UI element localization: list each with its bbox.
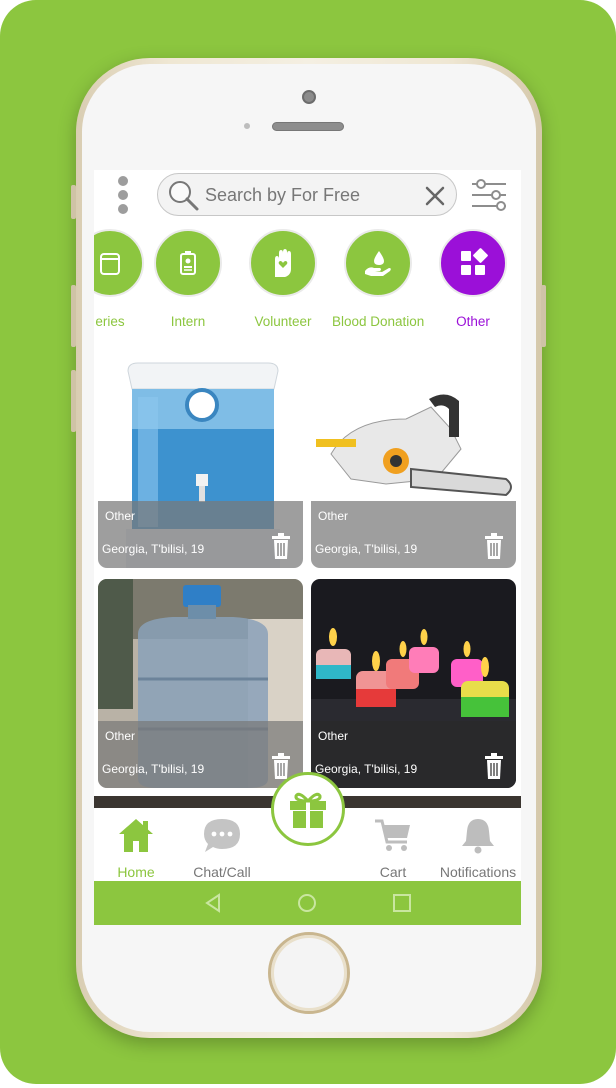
category-label: Other — [456, 314, 490, 329]
card-info-overlay: Other Georgia, T'bilisi, 19 — [311, 501, 516, 568]
recents-icon[interactable] — [391, 892, 413, 914]
item-location: Georgia, T'bilisi, 19 — [102, 542, 205, 556]
category-label: Volunteer — [254, 314, 312, 329]
app-screen: Search by For Free eries Intern Voluntee… — [94, 170, 521, 925]
jar-icon — [94, 229, 144, 297]
category-other[interactable]: Other — [427, 229, 519, 329]
nav-label: Home — [117, 864, 155, 880]
proximity-sensor — [244, 123, 250, 129]
volume-up-button — [71, 285, 76, 347]
nav-label: Cart — [379, 864, 407, 880]
item-category: Other — [105, 509, 136, 523]
power-button — [541, 285, 546, 347]
nav-cart[interactable]: Cart — [348, 808, 438, 880]
product-card[interactable]: Other Georgia, T'bilisi, 19 — [311, 359, 516, 568]
trash-icon[interactable] — [271, 533, 291, 559]
trash-icon[interactable] — [271, 753, 291, 779]
item-location: Georgia, T'bilisi, 19 — [315, 762, 418, 776]
gift-icon — [290, 792, 326, 828]
home-button[interactable] — [268, 932, 350, 1014]
card-info-overlay: Other Georgia, T'bilisi, 19 — [98, 501, 303, 568]
gift-button[interactable] — [271, 772, 345, 846]
heart-hand-icon — [249, 229, 317, 297]
category-blood-donation[interactable]: Blood Donation — [332, 229, 424, 329]
category-intern[interactable]: Intern — [142, 229, 234, 329]
trash-icon[interactable] — [484, 753, 504, 779]
product-card[interactable]: Other Georgia, T'bilisi, 19 — [311, 579, 516, 788]
card-info-overlay: Other Georgia, T'bilisi, 19 — [311, 721, 516, 788]
cart-icon — [375, 819, 410, 851]
clear-icon[interactable] — [424, 185, 446, 207]
volume-down-button — [71, 370, 76, 432]
chat-bubble-icon — [204, 819, 240, 852]
nav-home[interactable]: Home — [94, 808, 181, 880]
grid-shapes-icon — [439, 229, 507, 297]
earpiece-speaker — [272, 122, 344, 131]
nav-label: Chat/Call — [193, 864, 251, 880]
category-label: Intern — [170, 314, 206, 329]
item-category: Other — [318, 729, 349, 743]
filter-sliders-icon[interactable] — [468, 175, 510, 215]
id-badge-icon — [154, 229, 222, 297]
mute-switch — [71, 185, 76, 219]
bell-icon — [462, 819, 494, 854]
search-bar[interactable]: Search by For Free — [157, 173, 457, 216]
item-location: Georgia, T'bilisi, 19 — [102, 762, 205, 776]
item-location: Georgia, T'bilisi, 19 — [315, 542, 418, 556]
system-navigation-bar — [94, 881, 521, 925]
blood-drop-hand-icon — [344, 229, 412, 297]
category-volunteer[interactable]: Volunteer — [237, 229, 329, 329]
category-label: Blood Donation — [332, 314, 425, 329]
trash-icon[interactable] — [484, 533, 504, 559]
search-icon — [169, 181, 199, 211]
nav-chat-call[interactable]: Chat/Call — [177, 808, 267, 880]
home-icon — [119, 819, 153, 852]
item-category: Other — [318, 509, 349, 523]
home-circle-icon[interactable] — [296, 892, 318, 914]
product-card[interactable]: Other Georgia, T'bilisi, 19 — [98, 359, 303, 568]
product-card[interactable]: Other Georgia, T'bilisi, 19 — [98, 579, 303, 788]
search-input[interactable]: Search by For Free — [205, 185, 360, 206]
item-category: Other — [105, 729, 136, 743]
front-camera — [302, 90, 316, 104]
nav-notifications[interactable]: Notifications — [433, 808, 521, 880]
back-icon[interactable] — [202, 892, 224, 914]
nav-label: Notifications — [439, 864, 517, 880]
more-options-icon[interactable] — [118, 176, 130, 216]
card-info-overlay: Other Georgia, T'bilisi, 19 — [98, 721, 303, 788]
